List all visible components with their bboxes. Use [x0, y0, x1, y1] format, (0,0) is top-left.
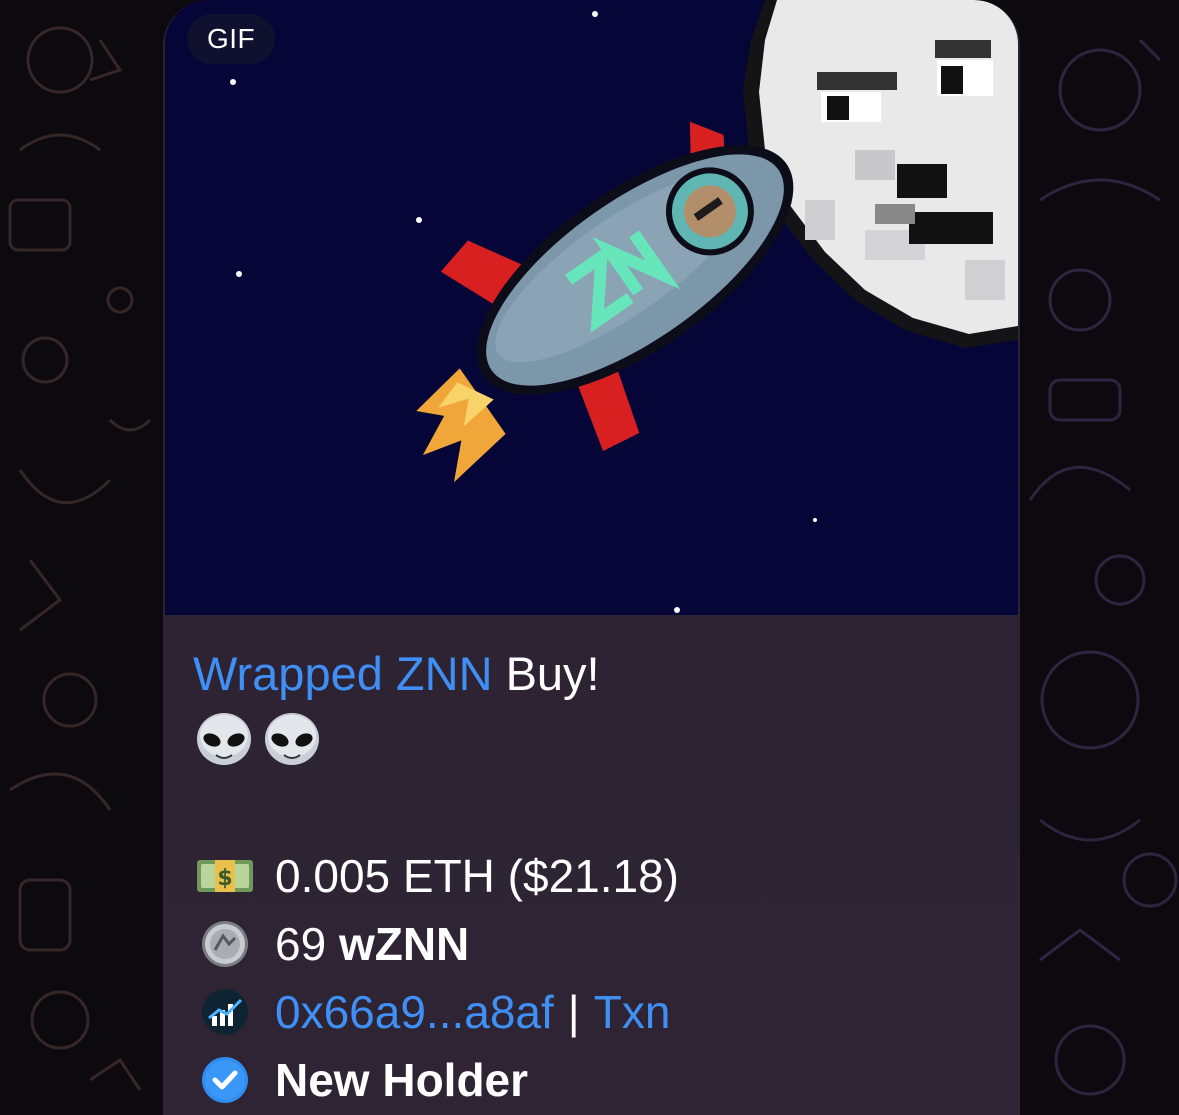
buyer-address-link[interactable]: 0x66a9...a8af — [275, 986, 554, 1038]
svg-text:$: $ — [217, 866, 232, 891]
headline: Wrapped ZNN Buy! — [193, 644, 600, 704]
alien-icon — [197, 713, 251, 765]
headline-suffix: Buy! — [492, 647, 600, 700]
chart-icon — [202, 989, 248, 1035]
alien-icon — [265, 713, 319, 765]
holder-status: New Holder — [275, 1054, 529, 1106]
buyer-links: 0x66a9...a8af | Txn — [275, 982, 670, 1042]
spent-row: $ 0.005 ETH ($21.18) — [193, 846, 993, 906]
check-badge-icon — [202, 1057, 248, 1103]
amount: 69 wZNN — [275, 914, 469, 974]
amount-token: wZNN — [338, 918, 470, 970]
gif-badge: GIF — [187, 14, 276, 64]
buyer-row: 0x66a9...a8af | Txn — [193, 982, 993, 1042]
amount-number: 69 — [275, 918, 339, 970]
amount-row: 69 wZNN — [193, 914, 993, 974]
gif-media[interactable]: GIF — [165, 0, 1018, 615]
money-icon: $ — [197, 860, 253, 892]
rocket-moon-animation — [230, 0, 1018, 613]
message-bubble: GIF Wrapped ZNN Buy! $ 0.005 ETH ($21.18… — [163, 0, 1020, 1115]
token-link[interactable]: Wrapped ZNN — [193, 647, 493, 700]
txn-link[interactable]: Txn — [594, 986, 671, 1038]
holder-row: New Holder — [193, 1050, 993, 1110]
link-separator: | — [567, 986, 580, 1038]
spent-amount: 0.005 ETH ($21.18) — [275, 850, 680, 902]
coin-icon — [202, 921, 248, 967]
